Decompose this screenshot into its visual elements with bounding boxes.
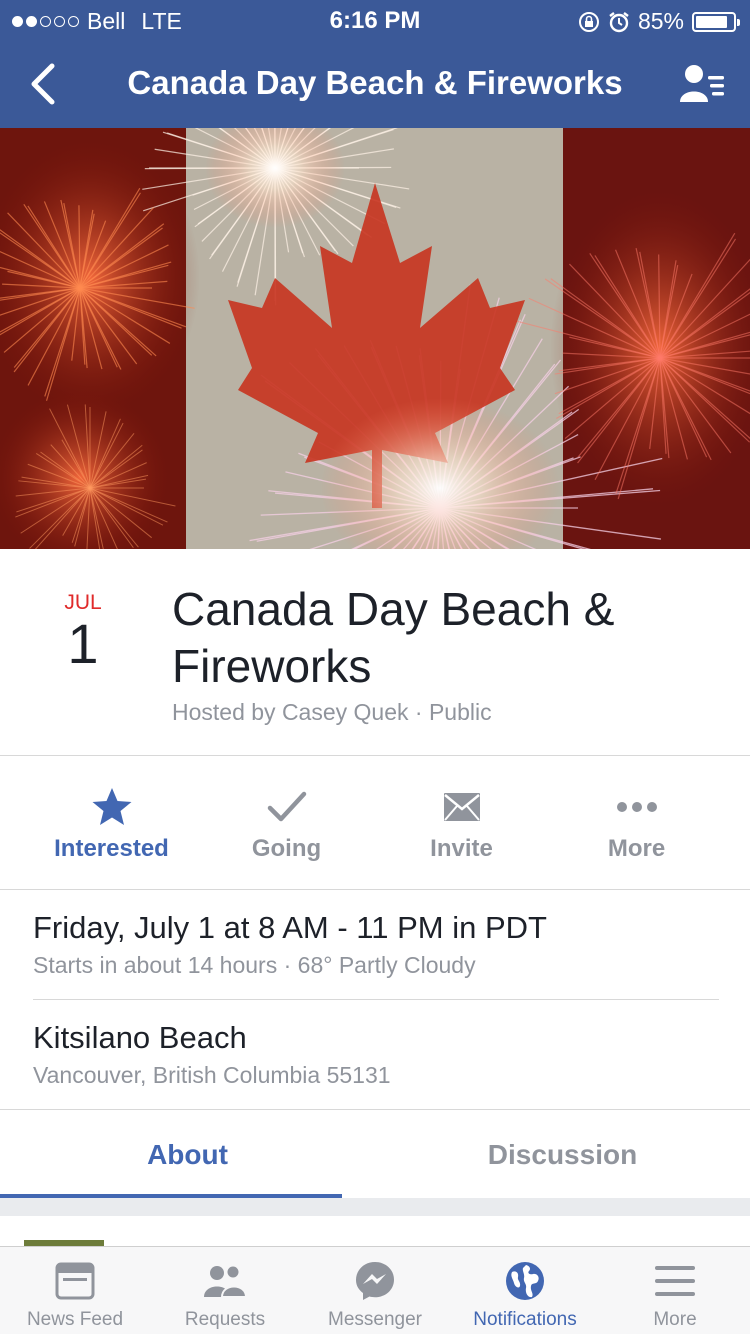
going-button[interactable]: Going [199, 757, 374, 890]
tabbar-notifications[interactable]: Notifications [450, 1247, 600, 1334]
tabbar-news-feed-label: News Feed [26, 1309, 124, 1330]
about-content-card [0, 1216, 750, 1246]
rotation-lock-icon [578, 11, 599, 32]
friends-icon [204, 1264, 248, 1298]
alarm-icon [609, 11, 629, 32]
event-time-row[interactable]: Friday, July 1 at 8 AM - 11 PM in PDT St… [33, 910, 719, 979]
nav-title: Canada Day Beach & Fireworks [127, 64, 623, 101]
tabbar-requests-label: Requests [184, 1309, 266, 1330]
event-location: Kitsilano Beach [33, 1020, 247, 1055]
battery-icon [692, 11, 740, 32]
more-actions-label: More [607, 835, 666, 862]
event-location-row[interactable]: Kitsilano Beach Vancouver, British Colum… [33, 1020, 719, 1089]
tabbar-news-feed[interactable]: News Feed [0, 1247, 150, 1334]
tab-discussion[interactable]: Discussion [375, 1111, 750, 1198]
tabbar-messenger[interactable]: Messenger [300, 1247, 450, 1334]
news-feed-icon [55, 1262, 95, 1300]
event-date-day: 1 [67, 612, 99, 675]
host-profile-icon[interactable] [678, 62, 726, 106]
event-host-privacy[interactable]: Hosted by Casey Quek · Public [172, 699, 492, 726]
top-bar: Bell LTE 6:16 PM 85% Canada Day Beach & … [0, 0, 750, 128]
canada-flag-fireworks-image [0, 128, 750, 549]
details-divider [33, 999, 719, 1000]
event-time-sub: Starts in about 14 hours · 68° Partly Cl… [33, 952, 476, 978]
globe-icon [506, 1262, 544, 1300]
invite-button[interactable]: Invite [374, 757, 549, 890]
event-cover-photo[interactable] [0, 128, 750, 549]
status-bar: Bell LTE 6:16 PM 85% [0, 0, 750, 40]
menu-icon [655, 1266, 695, 1296]
more-dots-icon [616, 802, 657, 812]
interested-button[interactable]: Interested [24, 757, 199, 890]
status-right: 85% [578, 8, 740, 35]
star-icon [92, 788, 131, 825]
tabbar-requests[interactable]: Requests [150, 1247, 300, 1334]
nav-bar: Canada Day Beach & Fireworks [0, 40, 750, 128]
tabbar-more-label: More [653, 1309, 697, 1330]
event-title: Canada Day Beach & Fireworks [172, 583, 615, 692]
event-location-sub: Vancouver, British Columbia 55131 [33, 1062, 391, 1088]
battery-percent: 85% [637, 8, 684, 34]
messenger-icon [356, 1262, 394, 1300]
tabbar-messenger-label: Messenger [328, 1309, 422, 1330]
event-tabs: About Discussion [0, 1111, 750, 1198]
invite-label: Invite [430, 835, 493, 862]
event-time: Friday, July 1 at 8 AM - 11 PM in PDT [33, 910, 547, 945]
check-icon [267, 791, 306, 822]
tab-about[interactable]: About [0, 1111, 375, 1198]
interested-label: Interested [54, 835, 169, 862]
bottom-tab-bar: News Feed Requests Messenger Notificatio… [0, 1246, 750, 1334]
event-details: Friday, July 1 at 8 AM - 11 PM in PDT St… [0, 890, 750, 1110]
event-action-bar: Interested Going Invite More [0, 757, 750, 890]
tabbar-more[interactable]: More [600, 1247, 750, 1334]
tabbar-notifications-label: Notifications [473, 1309, 577, 1330]
event-header: JUL 1 Canada Day Beach & Fireworks Hoste… [0, 549, 750, 756]
envelope-icon [443, 793, 480, 821]
going-label: Going [251, 835, 322, 862]
more-actions-button[interactable]: More [549, 757, 724, 890]
